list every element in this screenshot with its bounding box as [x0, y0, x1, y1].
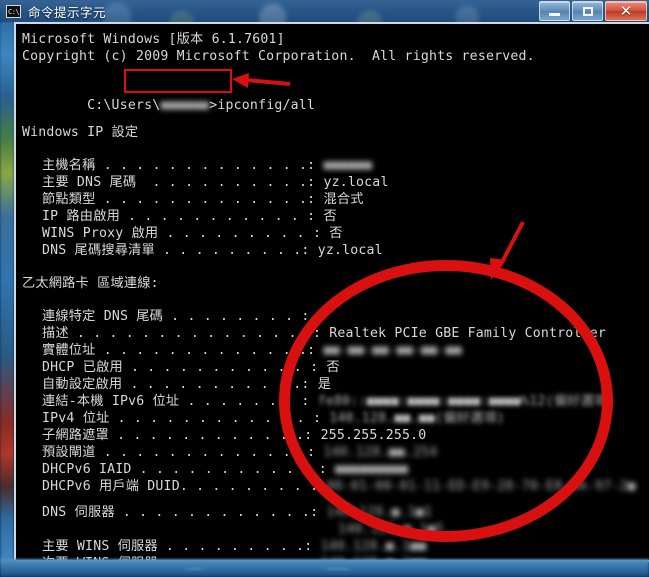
minimize-button[interactable]: [539, 1, 570, 21]
row-hostname: 主機名稱 . . . . . . . . . . . . .: ■■■■■■: [42, 158, 372, 173]
row-label: 描述 . . . . . . . . . . . . . . .:: [42, 326, 322, 341]
maximize-button[interactable]: [572, 1, 603, 21]
row-wins-proxy: WINS Proxy 啟用 . . . . . . . . . : 否: [42, 226, 343, 241]
window-title: 命令提示字元: [28, 4, 107, 20]
console-line-banner-2: Copyright (c) 2009 Microsoft Corporation…: [22, 49, 535, 64]
row-label: 連結-本機 IPv6 位址 . . . . . . . :: [42, 394, 310, 409]
close-button[interactable]: ✕: [605, 1, 647, 21]
row-value: 否: [323, 209, 337, 224]
minimize-icon: [549, 12, 560, 16]
prompt-username-redacted: ■■■■■■: [160, 98, 210, 113]
console-line-banner-1: Microsoft Windows [版本 6.1.7601]: [22, 32, 285, 47]
row-label: DNS 尾碼搜尋清單 . . . . . . . . .:: [42, 243, 310, 258]
row-value: ■■■■■■: [323, 158, 373, 173]
close-icon: ✕: [619, 1, 633, 20]
row-primary-wins: 主要 WINS 伺服器 . . . . . . . . .: 140.128.■…: [42, 539, 426, 554]
row-label: 實體位址 . . . . . . . . . . . . .:: [42, 343, 316, 358]
row-value: 混合式: [323, 192, 364, 207]
typed-command: ipconfig/all: [217, 98, 316, 113]
row-value: 140.128.■.1■■: [320, 539, 427, 554]
section-adapter-title: 乙太網路卡 區域連線:: [22, 276, 159, 291]
desktop-taskbar-glints: [0, 563, 649, 575]
row-label: DNS 伺服器 . . . . . . . . . . . .:: [42, 505, 319, 520]
row-connection-dns-suffix: 連線特定 DNS 尾碼 . . . . . . . . :: [42, 309, 318, 324]
row-ip-routing: IP 路由啟用 . . . . . . . . . . . : 否: [42, 209, 337, 224]
section-ip-config-title: Windows IP 設定: [22, 125, 139, 140]
maximize-icon: [582, 6, 593, 16]
annotation-command-box: [124, 69, 232, 93]
row-value: yz.local: [317, 243, 383, 258]
row-primary-dns-suffix: 主要 DNS 尾碼 . . . . . . . . . .: yz.local: [42, 175, 389, 190]
row-label: 主機名稱 . . . . . . . . . . . . .:: [42, 158, 316, 173]
row-label: 主要 WINS 伺服器 . . . . . . . . .:: [42, 539, 313, 554]
row-label: 子網路遮罩 . . . . . . . . . . . .:: [42, 428, 313, 443]
prompt-path: C:\Users\: [87, 98, 161, 113]
annotation-arrow-to-command: [232, 73, 291, 88]
row-label: 節點類型 . . . . . . . . . . . . .:: [42, 192, 316, 207]
row-label: 主要 DNS 尾碼 . . . . . . . . . .:: [42, 175, 316, 190]
row-value: 否: [329, 226, 343, 241]
row-label: IP 路由啟用 . . . . . . . . . . . :: [42, 209, 316, 224]
row-label: 自動設定啟用 . . . . . . . . . . .:: [42, 377, 310, 392]
row-label: 連線特定 DNS 尾碼 . . . . . . . . :: [42, 309, 310, 324]
row-label: DHCP 已啟用 . . . . . . . . . . . :: [42, 360, 319, 375]
row-label: 預設閘道 . . . . . . . . . . . . .:: [42, 445, 316, 460]
cmd-prompt-icon: C:\: [6, 4, 21, 18]
window-controls: ✕: [539, 1, 647, 21]
row-label: DHCPv6 IAID . . . . . . . . . . . :: [42, 462, 327, 477]
row-label: DHCPv6 用戶端 DUID. . . . . . . . :: [42, 479, 319, 494]
annotation-circle-highlight: [279, 260, 613, 542]
row-dns-suffix-search-list: DNS 尾碼搜尋清單 . . . . . . . . .: yz.local: [42, 243, 383, 258]
window-titlebar[interactable]: C:\ 命令提示字元 ✕: [0, 0, 649, 22]
row-node-type: 節點類型 . . . . . . . . . . . . .: 混合式: [42, 192, 364, 207]
row-value: yz.local: [323, 175, 389, 190]
row-label: WINS Proxy 啟用 . . . . . . . . . :: [42, 226, 322, 241]
